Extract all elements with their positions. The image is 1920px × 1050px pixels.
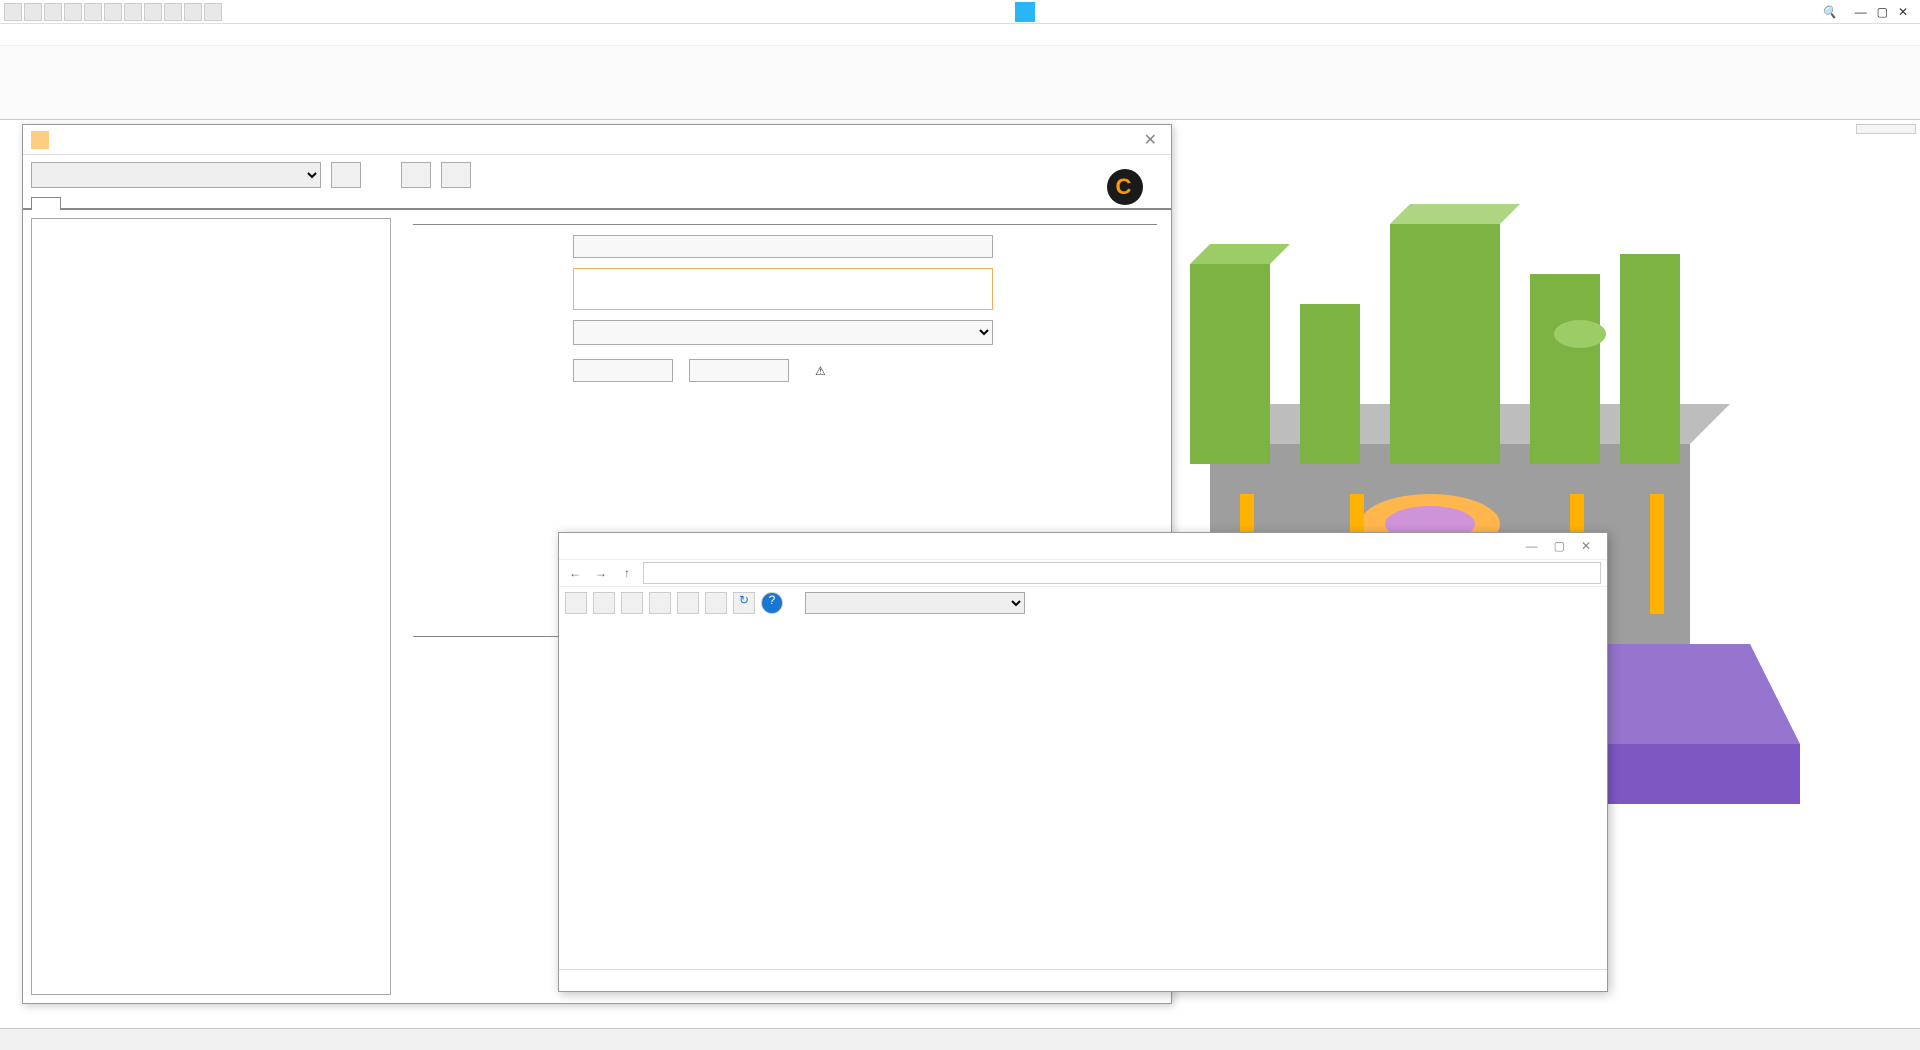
qat-icon[interactable]: [4, 3, 22, 21]
title-bar: 🔍 — ▢ ✕: [0, 0, 1920, 24]
maximize-icon[interactable]: ▢: [1877, 5, 1888, 19]
maximize-icon[interactable]: ▢: [1546, 539, 1573, 553]
window-controls: — ▢ ✕: [1847, 5, 1916, 19]
qat-icon[interactable]: [64, 3, 82, 21]
explorer-breadcrumb-bar: ← → ↑: [559, 559, 1607, 587]
minimize-icon[interactable]: —: [1518, 539, 1546, 553]
toolbar-button[interactable]: [401, 162, 431, 188]
new-folder-icon[interactable]: [565, 592, 587, 614]
close-icon[interactable]: ✕: [1573, 539, 1599, 553]
breadcrumb-path[interactable]: [643, 562, 1601, 584]
explorer-statusbar: [559, 969, 1607, 991]
help-icon[interactable]: ?: [761, 592, 783, 614]
refresh-icon[interactable]: ↻: [733, 592, 755, 614]
dialog-toolbar: [23, 155, 1171, 195]
qat-icon[interactable]: [164, 3, 182, 21]
qat-icon[interactable]: [184, 3, 202, 21]
import-icon[interactable]: [593, 592, 615, 614]
dialog-tabs: [23, 195, 1171, 210]
search-box[interactable]: 🔍: [1818, 5, 1837, 19]
close-icon[interactable]: ✕: [1138, 130, 1163, 150]
qat-icon[interactable]: [144, 3, 162, 21]
view-icon[interactable]: [677, 592, 699, 614]
dialog-icon: [31, 131, 49, 149]
dialog-titlebar: ✕: [23, 125, 1171, 155]
qat-icon[interactable]: [84, 3, 102, 21]
qat-icon[interactable]: [24, 3, 42, 21]
ribbon: [0, 46, 1920, 120]
explorer-dialog: — ▢ ✕ ← → ↑ ↻ ?: [558, 532, 1608, 992]
status-bar: [0, 1028, 1920, 1050]
electrode-tree[interactable]: [31, 218, 391, 995]
right-toolbar: [1856, 124, 1916, 134]
back-icon[interactable]: ←: [565, 566, 585, 580]
qat-icon[interactable]: [44, 3, 62, 21]
search-icon: 🔍: [1822, 5, 1837, 19]
forward-icon[interactable]: →: [591, 566, 611, 580]
toolbar-button[interactable]: [331, 162, 361, 188]
qat-icon[interactable]: [124, 3, 142, 21]
burn-2d-input[interactable]: [573, 359, 673, 382]
filter-select[interactable]: [805, 592, 1025, 614]
view-icon[interactable]: [649, 592, 671, 614]
standard-dropdown[interactable]: [31, 162, 321, 188]
menu-bar: [0, 24, 1920, 46]
parameters-heading: [413, 220, 1157, 225]
tab-electrode-parameters[interactable]: [31, 197, 61, 210]
app-icon: [1015, 2, 1035, 22]
comment-input[interactable]: [573, 268, 993, 310]
explorer-titlebar: — ▢ ✕: [559, 533, 1607, 559]
qat-icon[interactable]: [104, 3, 122, 21]
cimatron-logo-icon: [1107, 169, 1143, 205]
main-area: ✕: [0, 120, 1920, 1028]
close-icon[interactable]: ✕: [1898, 5, 1908, 19]
search-icon[interactable]: [621, 592, 643, 614]
explorer-toolbar: ↻ ?: [559, 587, 1607, 619]
up-icon[interactable]: ↑: [617, 566, 637, 580]
qat-icon[interactable]: [204, 3, 222, 21]
warning-icon: ⚠: [815, 364, 826, 378]
toolbar-button[interactable]: [441, 162, 471, 188]
burn-3d-input[interactable]: [689, 359, 789, 382]
material-select[interactable]: [573, 320, 993, 345]
explorer-grid: [559, 619, 1607, 969]
tab-process[interactable]: [61, 195, 91, 208]
minimize-icon[interactable]: —: [1855, 5, 1867, 19]
view-icon[interactable]: [705, 592, 727, 614]
brand-logo: [1107, 169, 1151, 205]
quick-access-toolbar: [4, 3, 222, 21]
electrode-name-input[interactable]: [573, 235, 993, 258]
